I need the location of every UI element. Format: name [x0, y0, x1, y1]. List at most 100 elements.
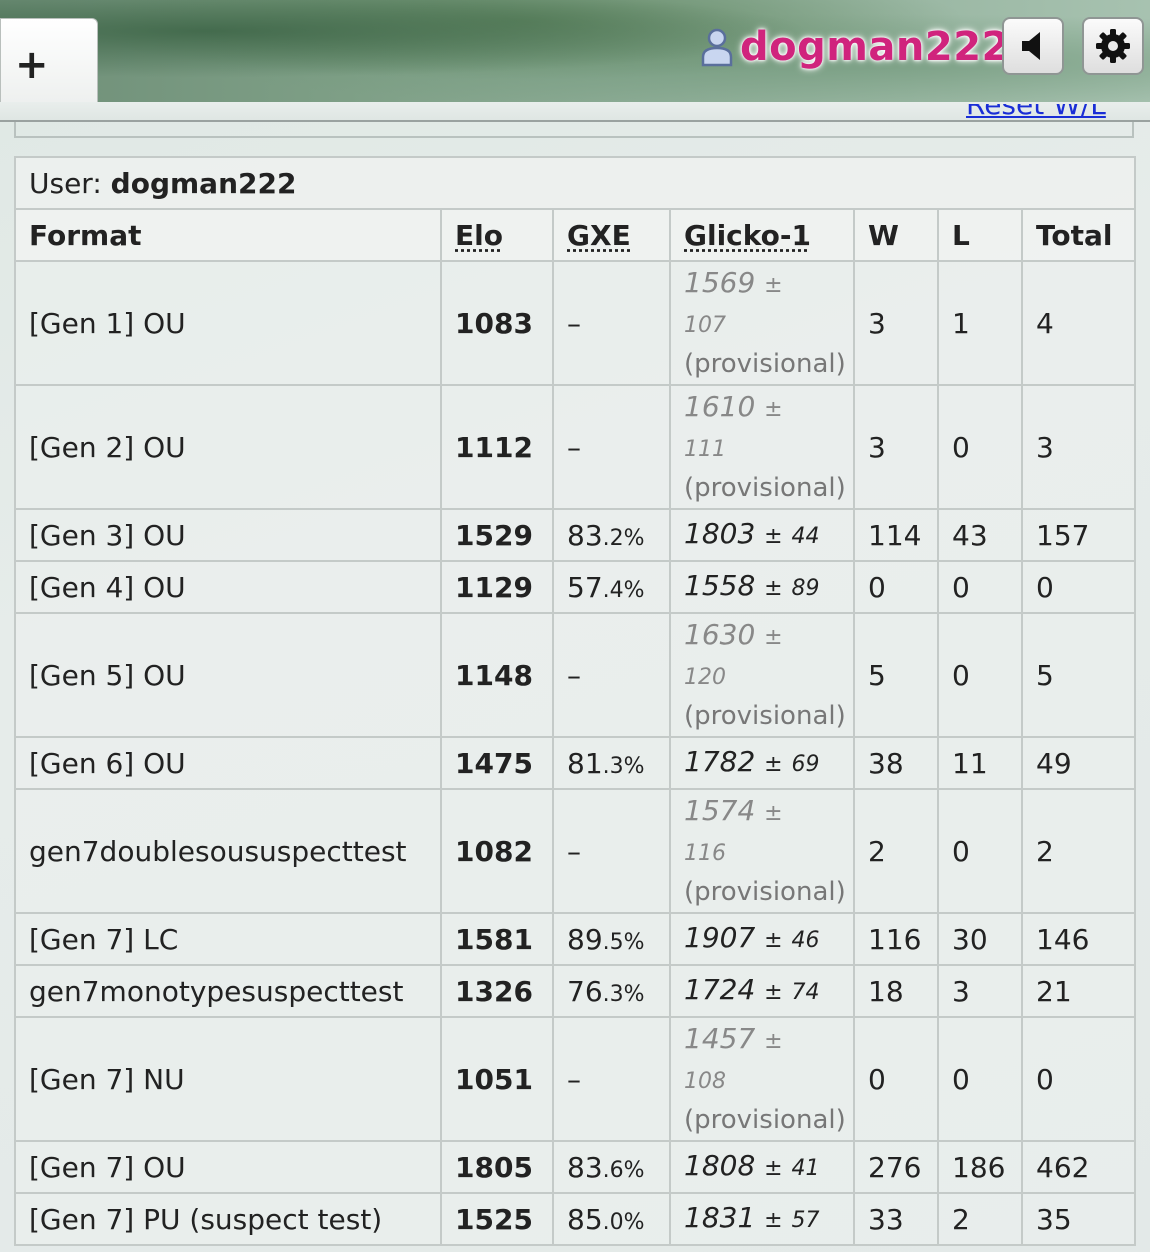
format-cell: gen7doublesoususpecttest [14, 788, 442, 914]
losses-cell: 0 [937, 384, 1023, 510]
elo-abbr[interactable]: Elo [455, 219, 503, 252]
total-cell: 0 [1020, 1016, 1137, 1142]
user-icon [701, 28, 733, 67]
format-cell: [Gen 7] NU [14, 1016, 442, 1142]
glicko-deviation: 46 [791, 928, 820, 953]
gxe-value: 85 [567, 1202, 603, 1236]
header-losses: L [937, 208, 1023, 262]
glicko-cell: 1803 ± 44 [669, 508, 855, 562]
wins-cell: 116 [853, 912, 939, 966]
wins-cell: 2 [853, 788, 939, 914]
plus-minus: ± [764, 800, 783, 826]
table-row: [Gen 4] OU 1129 57.4% 1558 ± 89 0 0 0 [14, 560, 1137, 614]
gxe-value: – [567, 1062, 581, 1096]
losses-cell: 3 [937, 964, 1023, 1018]
ladder-table: User: dogman222 Format Elo GXE Glicko-1 … [13, 156, 1137, 1246]
gxe-decimal: .3% [602, 753, 645, 779]
table-row: [Gen 6] OU 1475 81.3% 1782 ± 69 38 11 49 [14, 736, 1137, 790]
gxe-value: 83 [567, 1150, 603, 1184]
wins-cell: 33 [853, 1192, 939, 1246]
gxe-decimal: .6% [602, 1157, 645, 1183]
losses-cell: 0 [937, 612, 1023, 738]
format-cell: [Gen 4] OU [14, 560, 442, 614]
gxe-value: 76 [567, 974, 603, 1008]
wins-cell: 0 [853, 1016, 939, 1142]
provisional-note: (provisional) [684, 876, 846, 907]
header-format: Format [14, 208, 442, 262]
table-row: [Gen 5] OU 1148–1630 ±120 (provisional) 5 0 5 [14, 612, 1137, 738]
gxe-cell: 89.5% [552, 912, 671, 966]
elo-cell: 1475 [440, 736, 554, 790]
wins-cell: 5 [853, 612, 939, 738]
glicko-rating: 1724 [684, 973, 756, 1006]
glicko-value: 1831 ± 57 [684, 1201, 820, 1234]
glicko-rating: 1610 [684, 389, 756, 423]
user-row: User: dogman222 [13, 156, 1137, 210]
wins-cell: 0 [853, 560, 939, 614]
elo-cell: 1129 [440, 560, 554, 614]
gxe-cell: 57.4% [552, 560, 671, 614]
total-cell: 2 [1020, 788, 1137, 914]
format-cell: [Gen 3] OU [14, 508, 442, 562]
settings-button[interactable] [1082, 17, 1144, 75]
glicko-rating: 1803 [684, 517, 756, 550]
losses-cell: 30 [937, 912, 1023, 966]
gxe-abbr[interactable]: GXE [567, 219, 631, 252]
format-cell: [Gen 6] OU [14, 736, 442, 790]
glicko-abbr[interactable]: Glicko-1 [684, 219, 811, 252]
table-row: gen7monotypesuspecttest 1326 76.3% 1724 ± 7… [14, 964, 1137, 1018]
wins-cell: 276 [853, 1140, 939, 1194]
header-elo: Elo [440, 208, 554, 262]
plus-minus: ± [764, 624, 783, 650]
username[interactable]: dogman222 [740, 24, 1010, 70]
header-gxe: GXE [552, 208, 671, 262]
glicko-deviation: 44 [791, 524, 820, 549]
gxe-cell: 83.6% [552, 1140, 671, 1194]
total-cell: 157 [1020, 508, 1137, 562]
header-total: Total [1020, 208, 1137, 262]
losses-cell: 0 [937, 788, 1023, 914]
format-cell: [Gen 5] OU [14, 612, 442, 738]
user-name: dogman222 [110, 166, 297, 200]
table-row: gen7doublesoususpecttest 1082– 1574 ±116 (p… [14, 788, 1137, 914]
new-tab-button[interactable]: + [0, 18, 98, 102]
glicko-deviation: 116 [684, 840, 726, 866]
gxe-cell: – [552, 788, 671, 914]
provisional-note: (provisional) [684, 348, 846, 379]
gxe-value: 57 [567, 570, 603, 604]
gxe-cell: 85.0% [552, 1192, 671, 1246]
gxe-cell: – [552, 384, 671, 510]
table-row: [Gen 2] OU 1112–1610 ±111 (provisional) 3 0 3 [14, 384, 1137, 510]
user-label: User: [29, 166, 102, 200]
glicko-value: 1907 ± 46 [684, 921, 820, 954]
format-cell: [Gen 2] OU [14, 384, 442, 510]
plus-minus: ± [764, 576, 783, 601]
format-cell: [Gen 7] PU (suspect test) [14, 1192, 442, 1246]
glicko-cell: 1808 ± 41 [669, 1140, 855, 1194]
glicko-rating: 1569 [684, 265, 756, 299]
plus-minus: ± [764, 752, 783, 777]
reset-wl-link[interactable]: Reset W/L [966, 104, 1122, 130]
plus-minus: ± [764, 1208, 783, 1233]
sound-button[interactable] [1002, 17, 1064, 75]
elo-cell: 1326 [440, 964, 554, 1018]
glicko-value: 1610 ±111 (provisional) [684, 388, 853, 507]
provisional-note: (provisional) [684, 1104, 846, 1135]
losses-cell: 11 [937, 736, 1023, 790]
table-row: [Gen 1] OU 1083– 1569 ±107 (provisional) 3 1 4 [14, 260, 1137, 386]
plus-minus: ± [764, 928, 783, 953]
glicko-cell: 1558 ± 89 [669, 560, 855, 614]
plus-icon: + [15, 42, 49, 88]
reset-wl-label: Reset W/L [966, 104, 1106, 121]
user-menu[interactable]: dogman222 [700, 22, 1010, 72]
glicko-deviation: 108 [684, 1068, 726, 1094]
gxe-cell: 83.2% [552, 508, 671, 562]
glicko-cell: 1831 ± 57 [669, 1192, 855, 1246]
format-cell: [Gen 7] OU [14, 1140, 442, 1194]
glicko-cell: 1782 ± 69 [669, 736, 855, 790]
gxe-decimal: .4% [602, 577, 645, 603]
glicko-cell: 1574 ±116 (provisional) [669, 788, 855, 914]
elo-cell: 1581 [440, 912, 554, 966]
glicko-rating: 1831 [684, 1201, 756, 1234]
glicko-cell: 1457 ±108 (provisional) [669, 1016, 855, 1142]
